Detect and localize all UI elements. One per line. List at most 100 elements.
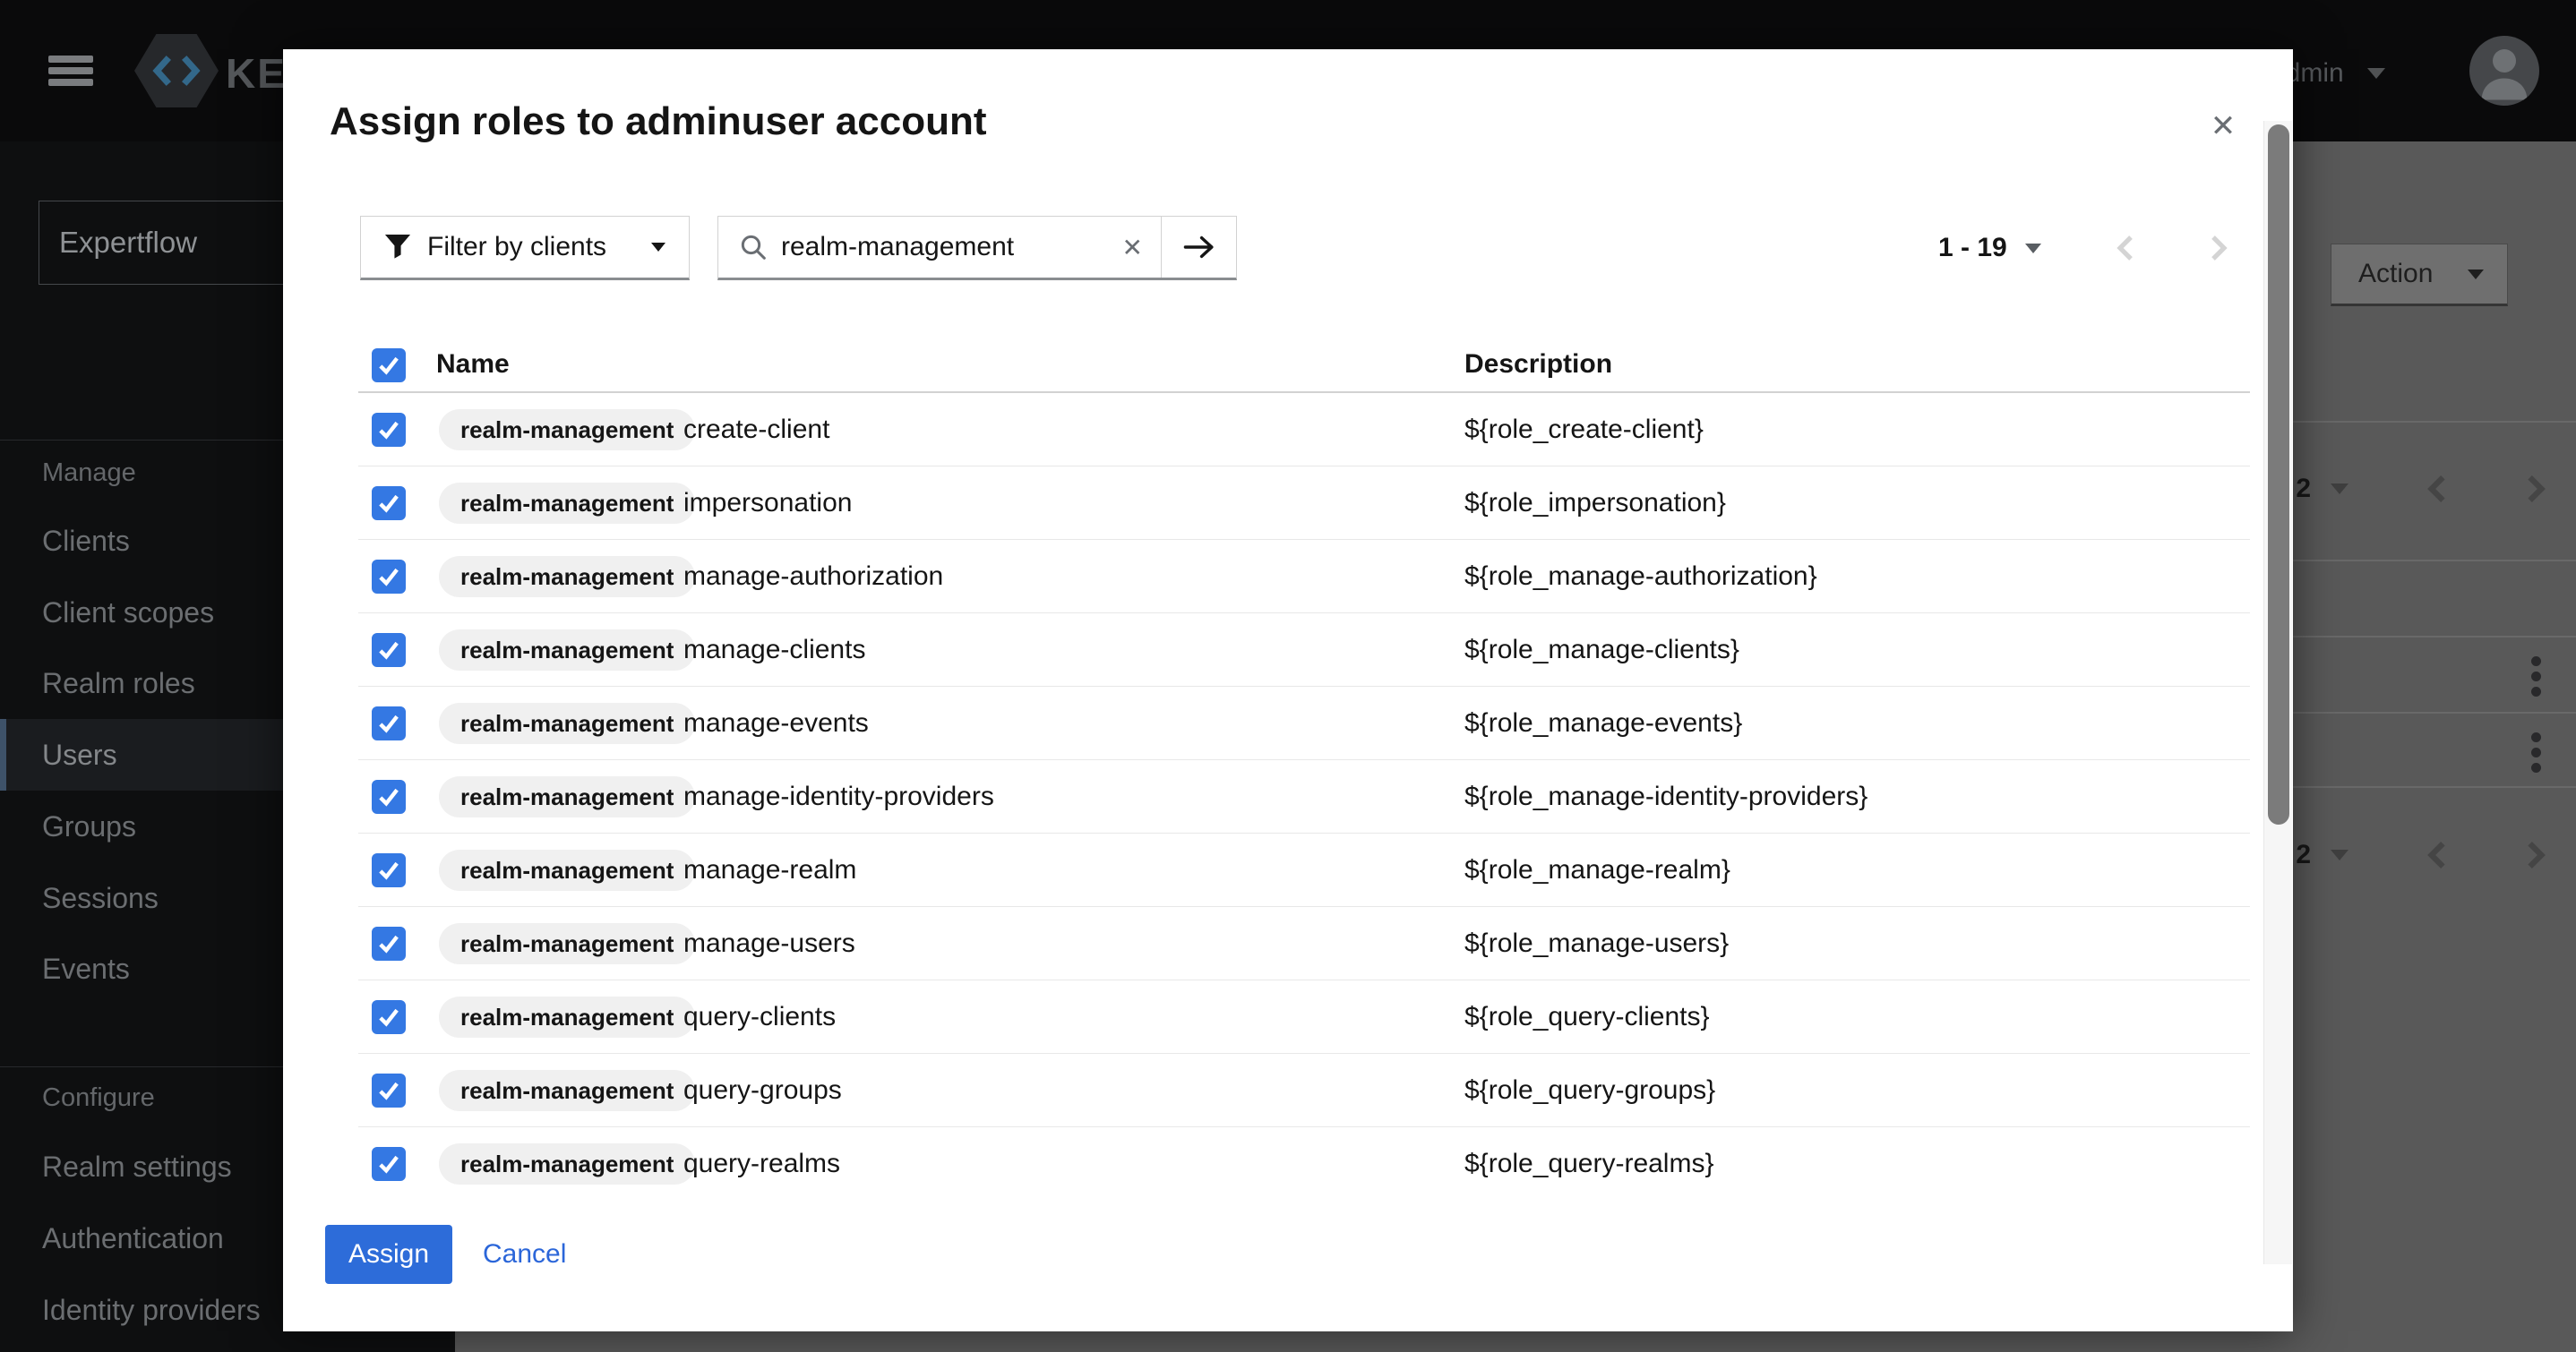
chevron-down-icon — [2468, 270, 2484, 279]
filter-dropdown[interactable]: Filter by clients — [360, 216, 690, 280]
check-icon — [377, 420, 400, 440]
row-checkbox[interactable] — [372, 560, 406, 594]
table-row: realm-management manage-users ${role_man… — [358, 907, 2250, 980]
kebab-menu-icon[interactable] — [2531, 732, 2544, 773]
role-name: manage-authorization — [683, 540, 943, 613]
role-description: ${role_create-client} — [1464, 393, 1704, 466]
roles-table: Name Description realm-management create… — [358, 338, 2250, 1201]
role-name: manage-clients — [683, 613, 865, 687]
clear-search-icon[interactable]: ✕ — [1115, 233, 1161, 262]
client-badge: realm-management — [439, 483, 695, 524]
client-badge: realm-management — [439, 409, 695, 450]
row-checkbox[interactable] — [372, 927, 406, 961]
row-checkbox[interactable] — [372, 853, 406, 887]
role-name: manage-events — [683, 687, 869, 760]
check-icon — [377, 1081, 400, 1100]
chevron-down-icon — [2025, 244, 2041, 253]
check-icon — [377, 493, 400, 513]
client-badge: realm-management — [439, 850, 695, 891]
table-body: realm-management create-client ${role_cr… — [358, 393, 2250, 1201]
realm-selector-label: Expertflow — [59, 226, 197, 259]
role-description: ${role_manage-clients} — [1464, 613, 1739, 687]
client-badge: realm-management — [439, 629, 695, 671]
background-pagination: 1 - 2 — [2257, 824, 2576, 886]
role-name: query-clients — [683, 980, 836, 1054]
menu-toggle-icon[interactable] — [48, 56, 93, 86]
check-icon — [377, 567, 400, 586]
kebab-menu-icon[interactable] — [2531, 656, 2544, 697]
chevron-down-icon — [651, 243, 665, 252]
row-checkbox[interactable] — [372, 780, 406, 814]
column-header-name: Name — [436, 338, 510, 391]
code-brackets-icon — [150, 53, 202, 89]
next-page-icon[interactable] — [2210, 234, 2228, 262]
client-badge: realm-management — [439, 556, 695, 597]
role-name: impersonation — [683, 466, 852, 540]
select-all-checkbox[interactable] — [372, 348, 406, 382]
row-checkbox[interactable] — [372, 633, 406, 667]
previous-page-icon[interactable] — [2117, 234, 2134, 262]
chevron-down-icon — [2331, 483, 2348, 494]
close-icon[interactable]: ✕ — [2202, 105, 2245, 148]
table-row: realm-management manage-realm ${role_man… — [358, 834, 2250, 907]
table-row: realm-management manage-events ${role_ma… — [358, 687, 2250, 760]
table-row: realm-management create-client ${role_cr… — [358, 393, 2250, 466]
previous-page-icon[interactable] — [2427, 474, 2447, 504]
role-name: query-realms — [683, 1127, 840, 1201]
next-page-icon[interactable] — [2526, 474, 2546, 504]
client-badge: realm-management — [439, 776, 695, 817]
filter-icon — [384, 234, 411, 261]
keycloak-admin-screen: KEYCLOAK admin Expertflow ManageClientsC… — [0, 0, 2576, 1352]
next-page-icon[interactable] — [2526, 840, 2546, 870]
row-checkbox[interactable] — [372, 1000, 406, 1034]
role-description: ${role_query-clients} — [1464, 980, 1710, 1054]
chevron-down-icon — [2367, 68, 2385, 79]
client-badge: realm-management — [439, 923, 695, 964]
assign-button[interactable]: Assign — [325, 1225, 452, 1284]
previous-page-icon[interactable] — [2427, 840, 2447, 870]
modal-scrollbar[interactable] — [2263, 121, 2292, 1264]
action-button[interactable]: Action — [2331, 244, 2508, 306]
row-checkbox[interactable] — [372, 1074, 406, 1108]
role-name: manage-identity-providers — [683, 760, 994, 834]
avatar[interactable] — [2469, 36, 2539, 106]
chevron-down-icon — [2331, 850, 2348, 860]
role-description: ${role_manage-users} — [1464, 907, 1729, 980]
table-row: realm-management impersonation ${role_im… — [358, 466, 2250, 540]
scrollbar-thumb[interactable] — [2268, 124, 2289, 825]
role-description: ${role_query-realms} — [1464, 1127, 1713, 1201]
column-header-description: Description — [1464, 338, 1612, 391]
cancel-button[interactable]: Cancel — [483, 1225, 566, 1284]
row-checkbox[interactable] — [372, 706, 406, 740]
arrow-right-icon — [1182, 235, 1216, 260]
modal-pagination: 1 - 19 — [1938, 219, 2228, 277]
search-icon — [740, 234, 767, 261]
role-description: ${role_query-groups} — [1464, 1054, 1715, 1127]
role-name: manage-users — [683, 907, 855, 980]
table-header: Name Description — [358, 338, 2250, 393]
role-description: ${role_manage-realm} — [1464, 834, 1730, 907]
check-icon — [377, 1154, 400, 1174]
check-icon — [377, 934, 400, 954]
row-checkbox[interactable] — [372, 1147, 406, 1181]
sidebar-item-user-federation[interactable]: User federation — [0, 1345, 455, 1352]
background-pagination: 1 - 2 — [2257, 458, 2576, 520]
table-row: realm-management manage-clients ${role_m… — [358, 613, 2250, 687]
role-name: manage-realm — [683, 834, 856, 907]
nav-group-label: Manage — [42, 453, 136, 492]
role-description: ${role_manage-events} — [1464, 687, 1742, 760]
search-input[interactable] — [781, 232, 1115, 262]
search-submit-button[interactable] — [1161, 217, 1236, 278]
table-row: realm-management query-realms ${role_que… — [358, 1127, 2250, 1201]
row-checkbox[interactable] — [372, 413, 406, 447]
table-row: realm-management manage-authorization ${… — [358, 540, 2250, 613]
search-field[interactable]: ✕ — [718, 217, 1161, 278]
check-icon — [377, 714, 400, 733]
keycloak-logo-icon — [134, 34, 219, 107]
pagination-range[interactable]: 1 - 19 — [1938, 233, 2007, 263]
check-icon — [377, 787, 400, 807]
search-group: ✕ — [717, 216, 1237, 280]
check-icon — [377, 1007, 400, 1027]
row-checkbox[interactable] — [372, 486, 406, 520]
check-icon — [377, 640, 400, 660]
